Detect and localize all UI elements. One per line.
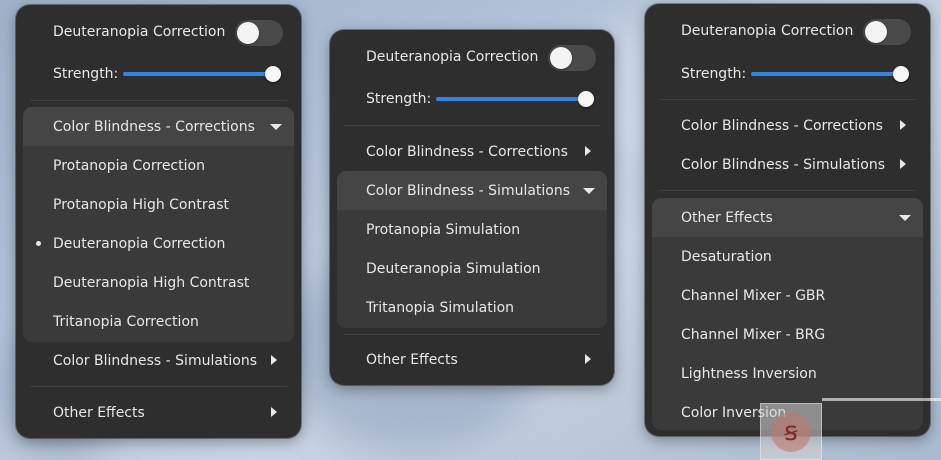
- menu-item-label: Protanopia Correction: [53, 157, 205, 174]
- simulations-menu-item[interactable]: Color Blindness - Simulations: [16, 341, 301, 380]
- separator: [30, 386, 287, 387]
- corrections-submenu: Color Blindness - Corrections Protanopia…: [23, 107, 294, 342]
- deuteranopia-correction-toggle[interactable]: [548, 45, 596, 71]
- toggle-label: Deuteranopia Correction: [681, 23, 854, 39]
- strength-slider[interactable]: [436, 89, 594, 109]
- menu-item-label: Deuteranopia Correction: [53, 235, 226, 252]
- toggle-label: Deuteranopia Correction: [366, 49, 539, 65]
- menu-item-deuteranopia-high-contrast[interactable]: Deuteranopia High Contrast: [23, 263, 294, 302]
- corrections-menu-item[interactable]: Color Blindness - Corrections: [645, 106, 930, 145]
- menu-item-label: Color Blindness - Simulations: [53, 352, 258, 369]
- quick-settings-panel-other-effects: Deuteranopia Correction Strength: Color …: [645, 4, 930, 436]
- slider-fill: [436, 97, 586, 101]
- submenu-header-label: Color Blindness - Simulations: [366, 182, 571, 199]
- menu-item-label: Other Effects: [366, 351, 458, 368]
- slider-thumb[interactable]: [265, 66, 281, 82]
- menu-item-label: Channel Mixer - BRG: [681, 326, 826, 343]
- separator: [30, 100, 287, 101]
- slider-thumb[interactable]: [893, 66, 909, 82]
- submenu-header-label: Color Blindness - Corrections: [53, 118, 255, 135]
- deuteranopia-correction-toggle[interactable]: [235, 20, 283, 46]
- separator: [659, 190, 916, 191]
- menu-item-deuteranopia-correction[interactable]: Deuteranopia Correction: [23, 224, 294, 263]
- watermark-bar: [822, 398, 941, 401]
- menu-item-label: Protanopia Simulation: [366, 221, 521, 238]
- menu-item-label: Other Effects: [53, 404, 145, 421]
- menu-item-protanopia-high-contrast[interactable]: Protanopia High Contrast: [23, 185, 294, 224]
- menu-item-protanopia-correction[interactable]: Protanopia Correction: [23, 146, 294, 185]
- menu-item-label: Tritanopia Correction: [53, 313, 199, 330]
- chevron-right-icon: [585, 146, 591, 156]
- simulations-menu-item[interactable]: Color Blindness - Simulations: [645, 145, 930, 184]
- menu-item-label: Deuteranopia High Contrast: [53, 274, 250, 291]
- other-effects-menu-item[interactable]: Other Effects: [16, 393, 301, 432]
- menu-item-label: Deuteranopia Simulation: [366, 260, 541, 277]
- strength-label: Strength:: [681, 66, 747, 82]
- quick-settings-panel-corrections: Deuteranopia Correction Strength: Color …: [16, 5, 301, 438]
- slider-thumb[interactable]: [578, 91, 594, 107]
- separator: [659, 99, 916, 100]
- menu-item-label: Lightness Inversion: [681, 365, 817, 382]
- chevron-right-icon: [585, 354, 591, 364]
- deuteranopia-correction-toggle[interactable]: [863, 19, 911, 45]
- watermark-logo: ꞩ: [760, 403, 822, 460]
- watermark-logo-icon: ꞩ: [771, 412, 811, 452]
- menu-item-label: Channel Mixer - GBR: [681, 287, 826, 304]
- menu-item-label: Color Blindness - Simulations: [681, 156, 886, 173]
- menu-item-protanopia-simulation[interactable]: Protanopia Simulation: [337, 210, 607, 249]
- menu-item-label: Tritanopia Simulation: [366, 299, 515, 316]
- other-effects-submenu: Other Effects Desaturation Channel Mixer…: [652, 198, 923, 430]
- simulations-submenu: Color Blindness - Simulations Protanopia…: [337, 171, 607, 328]
- slider-fill: [751, 72, 901, 76]
- menu-item-desaturation[interactable]: Desaturation: [652, 237, 923, 276]
- menu-item-label: Color Blindness - Corrections: [681, 117, 883, 134]
- corrections-submenu-header[interactable]: Color Blindness - Corrections: [23, 107, 294, 146]
- chevron-down-icon: [270, 124, 282, 130]
- menu-item-tritanopia-correction[interactable]: Tritanopia Correction: [23, 302, 294, 341]
- separator: [344, 334, 600, 335]
- chevron-right-icon: [271, 407, 277, 417]
- strength-label: Strength:: [366, 91, 432, 107]
- menu-item-channel-mixer-gbr[interactable]: Channel Mixer - GBR: [652, 276, 923, 315]
- corrections-menu-item[interactable]: Color Blindness - Corrections: [330, 132, 614, 171]
- toggle-label: Deuteranopia Correction: [53, 24, 226, 40]
- toggle-knob: [865, 21, 887, 43]
- simulations-submenu-header[interactable]: Color Blindness - Simulations: [337, 171, 607, 210]
- chevron-down-icon: [583, 188, 595, 194]
- strength-slider[interactable]: [751, 64, 909, 84]
- strength-slider[interactable]: [123, 64, 281, 84]
- chevron-right-icon: [900, 159, 906, 169]
- slider-fill: [123, 72, 273, 76]
- toggle-knob: [237, 22, 259, 44]
- menu-item-lightness-inversion[interactable]: Lightness Inversion: [652, 354, 923, 393]
- chevron-right-icon: [900, 120, 906, 130]
- submenu-header-label: Other Effects: [681, 209, 773, 226]
- menu-item-label: Color Blindness - Corrections: [366, 143, 568, 160]
- other-effects-menu-item[interactable]: Other Effects: [330, 340, 614, 379]
- chevron-right-icon: [271, 355, 277, 365]
- chevron-down-icon: [899, 215, 911, 221]
- menu-item-label: Protanopia High Contrast: [53, 196, 229, 213]
- menu-item-label: Desaturation: [681, 248, 772, 265]
- other-effects-submenu-header[interactable]: Other Effects: [652, 198, 923, 237]
- quick-settings-panel-simulations: Deuteranopia Correction Strength: Color …: [330, 30, 614, 385]
- toggle-knob: [550, 47, 572, 69]
- menu-item-tritanopia-simulation[interactable]: Tritanopia Simulation: [337, 288, 607, 327]
- separator: [344, 125, 600, 126]
- menu-item-deuteranopia-simulation[interactable]: Deuteranopia Simulation: [337, 249, 607, 288]
- selected-dot-icon: [36, 241, 41, 246]
- menu-item-channel-mixer-brg[interactable]: Channel Mixer - BRG: [652, 315, 923, 354]
- strength-label: Strength:: [53, 66, 119, 82]
